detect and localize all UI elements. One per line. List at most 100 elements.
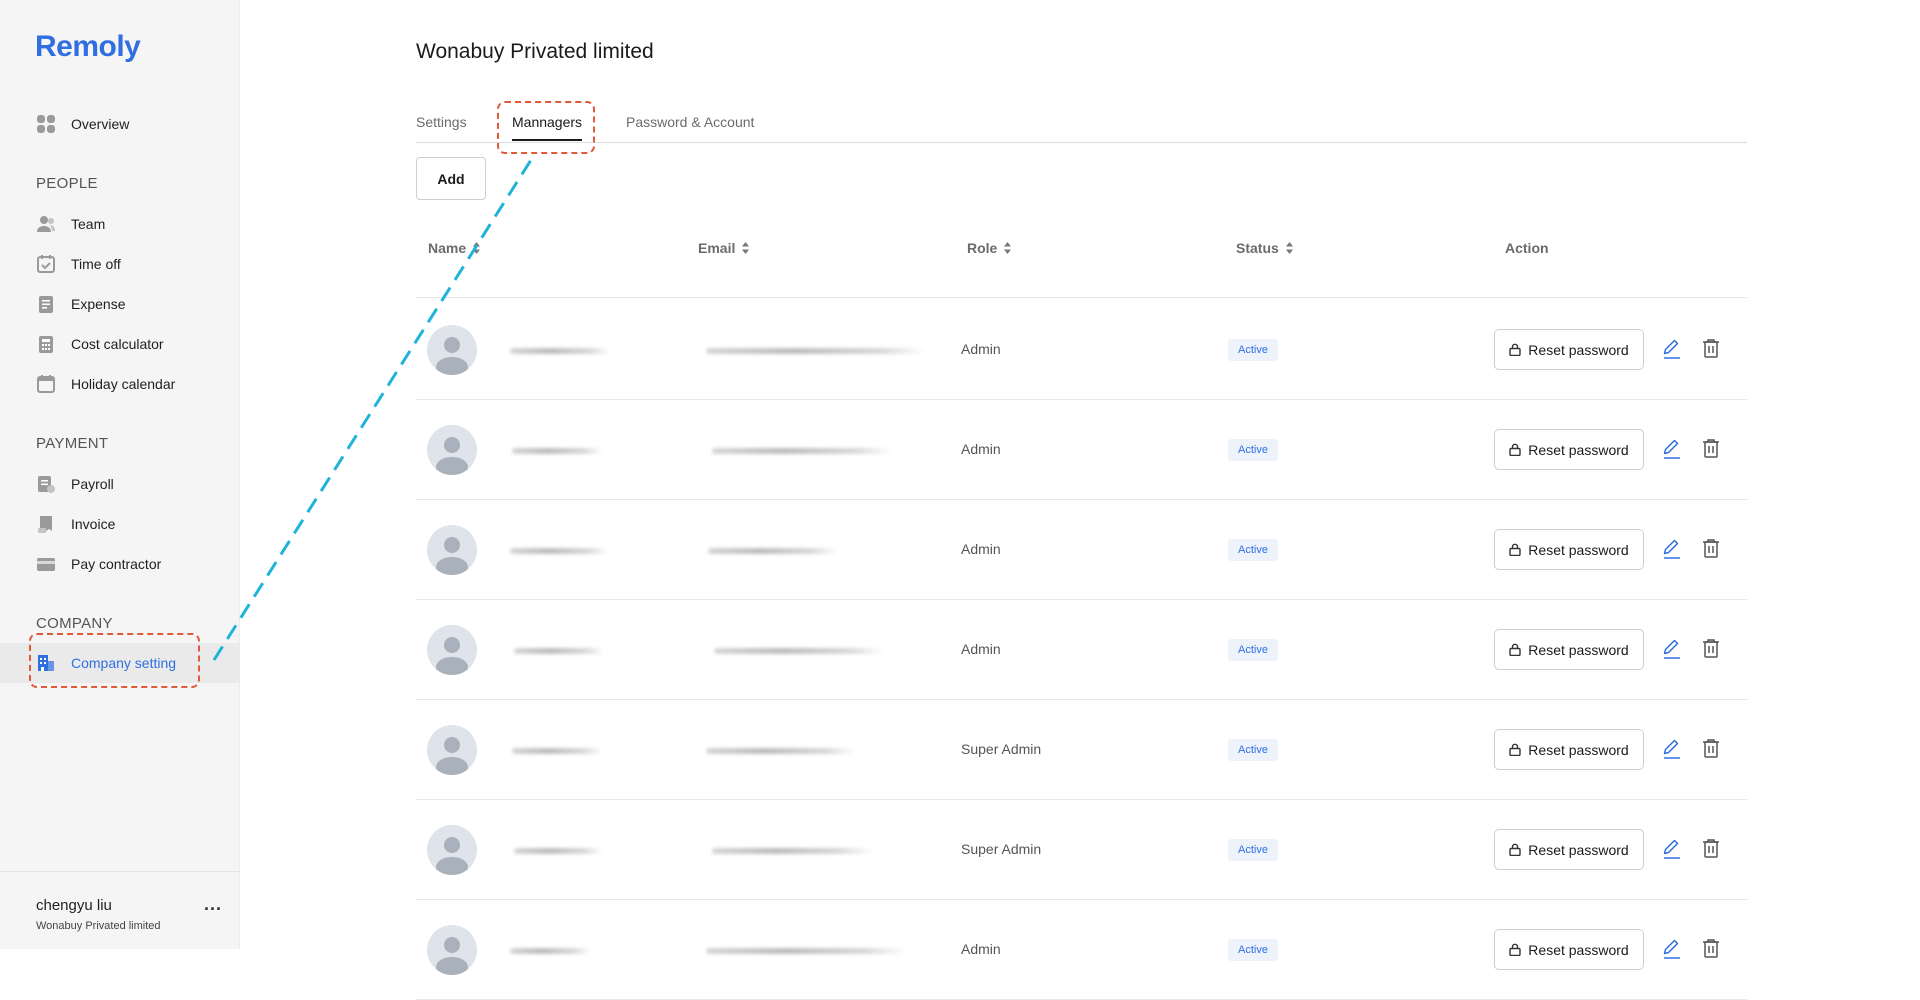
more-options-button[interactable]: ... [204, 894, 222, 915]
sidebar-item-label: Pay contractor [71, 556, 162, 572]
sidebar-item-label: Payroll [71, 476, 114, 492]
avatar [427, 425, 477, 475]
tab-settings[interactable]: Settings [416, 114, 467, 139]
column-header-label: Action [1505, 240, 1549, 256]
sidebar-item-label: Expense [71, 296, 126, 312]
delete-icon[interactable] [1702, 538, 1720, 563]
section-label-payment: PAYMENT [36, 435, 109, 452]
column-header-status[interactable]: Status [1236, 240, 1294, 256]
table-row: Admin Active Reset password [416, 600, 1747, 700]
sidebar-item-team[interactable]: Team [0, 204, 240, 244]
delete-icon[interactable] [1702, 738, 1720, 763]
user-company: Wonabuy Privated limited [36, 920, 161, 932]
reset-password-button[interactable]: Reset password [1494, 729, 1644, 770]
edit-icon[interactable] [1662, 438, 1682, 465]
delete-icon[interactable] [1702, 438, 1720, 463]
edit-icon[interactable] [1662, 938, 1682, 965]
table-row: Admin Active Reset password [416, 500, 1747, 600]
delete-icon[interactable] [1702, 638, 1720, 663]
sidebar-item-label: Cost calculator [71, 336, 164, 352]
name-redacted [514, 848, 602, 854]
sort-icon[interactable] [1285, 241, 1294, 255]
column-header-role[interactable]: Role [967, 240, 1012, 256]
name-redacted [510, 548, 608, 554]
sort-icon[interactable] [472, 241, 481, 255]
sidebar-item-pay-contractor[interactable]: Pay contractor [0, 544, 240, 584]
calendar-icon [36, 374, 56, 394]
column-header-label: Role [967, 240, 998, 256]
sort-icon[interactable] [741, 241, 750, 255]
reset-password-button[interactable]: Reset password [1494, 329, 1644, 370]
reset-password-button[interactable]: Reset password [1494, 629, 1644, 670]
delete-icon[interactable] [1702, 838, 1720, 863]
email-redacted [712, 848, 872, 854]
sidebar-item-cost-calculator[interactable]: Cost calculator [0, 324, 240, 364]
sidebar-item-label: Holiday calendar [71, 376, 176, 392]
tab-password-account[interactable]: Password & Account [626, 114, 754, 139]
status-badge: Active [1228, 539, 1278, 561]
sidebar-item-expense[interactable]: Expense [0, 284, 240, 324]
name-redacted [512, 448, 602, 454]
column-header-name[interactable]: Name [428, 240, 481, 256]
sort-icon[interactable] [1003, 241, 1012, 255]
email-redacted [706, 748, 856, 754]
delete-icon[interactable] [1702, 338, 1720, 363]
edit-icon[interactable] [1662, 538, 1682, 565]
role-text: Admin [961, 441, 1001, 457]
edit-icon[interactable] [1662, 638, 1682, 665]
receipt-icon [36, 294, 56, 314]
column-header-action: Action [1505, 240, 1549, 256]
avatar [427, 525, 477, 575]
lock-icon [1509, 643, 1521, 656]
reset-password-button[interactable]: Reset password [1494, 429, 1644, 470]
email-redacted [706, 348, 926, 354]
table-header-divider [416, 297, 1747, 298]
card-icon [36, 554, 56, 574]
sidebar-item-holiday-calendar[interactable]: Holiday calendar [0, 364, 240, 404]
reset-password-label: Reset password [1528, 641, 1629, 658]
edit-icon[interactable] [1662, 338, 1682, 365]
avatar [427, 325, 477, 375]
lock-icon [1509, 943, 1521, 956]
sidebar-item-invoice[interactable]: Invoice [0, 504, 240, 544]
reset-password-label: Reset password [1528, 741, 1629, 758]
email-redacted [708, 548, 838, 554]
avatar [427, 725, 477, 775]
grid-icon [36, 114, 56, 134]
name-redacted [512, 748, 602, 754]
avatar [427, 825, 477, 875]
reset-password-label: Reset password [1528, 541, 1629, 558]
add-button[interactable]: Add [416, 157, 486, 200]
table-row: Super Admin Active Reset password [416, 800, 1747, 900]
reset-password-button[interactable]: Reset password [1494, 829, 1644, 870]
reset-password-button[interactable]: Reset password [1494, 529, 1644, 570]
sidebar-item-payroll[interactable]: Payroll [0, 464, 240, 504]
column-header-label: Name [428, 240, 467, 256]
name-redacted [514, 648, 604, 654]
role-text: Admin [961, 641, 1001, 657]
sidebar-item-time-off[interactable]: Time off [0, 244, 240, 284]
reset-password-label: Reset password [1528, 841, 1629, 858]
edit-icon[interactable] [1662, 738, 1682, 765]
status-badge: Active [1228, 839, 1278, 861]
role-text: Super Admin [961, 741, 1042, 757]
edit-icon[interactable] [1662, 838, 1682, 865]
invoice-icon [36, 514, 56, 534]
status-badge: Active [1228, 339, 1278, 361]
reset-password-button[interactable]: Reset password [1494, 929, 1644, 970]
lock-icon [1509, 543, 1521, 556]
app-logo[interactable]: Remoly [35, 30, 141, 64]
sidebar-item-label: Invoice [71, 516, 116, 532]
lock-icon [1509, 443, 1521, 456]
delete-icon[interactable] [1702, 938, 1720, 963]
role-text: Admin [961, 541, 1001, 557]
calendar-check-icon [36, 254, 56, 274]
status-badge: Active [1228, 939, 1278, 961]
sidebar-item-overview[interactable]: Overview [0, 104, 240, 144]
status-badge: Active [1228, 639, 1278, 661]
email-redacted [714, 648, 884, 654]
role-text: Admin [961, 941, 1001, 957]
user-profile: chengyu liu Wonabuy Privated limited ... [0, 871, 240, 949]
status-badge: Active [1228, 739, 1278, 761]
column-header-email[interactable]: Email [698, 240, 750, 256]
